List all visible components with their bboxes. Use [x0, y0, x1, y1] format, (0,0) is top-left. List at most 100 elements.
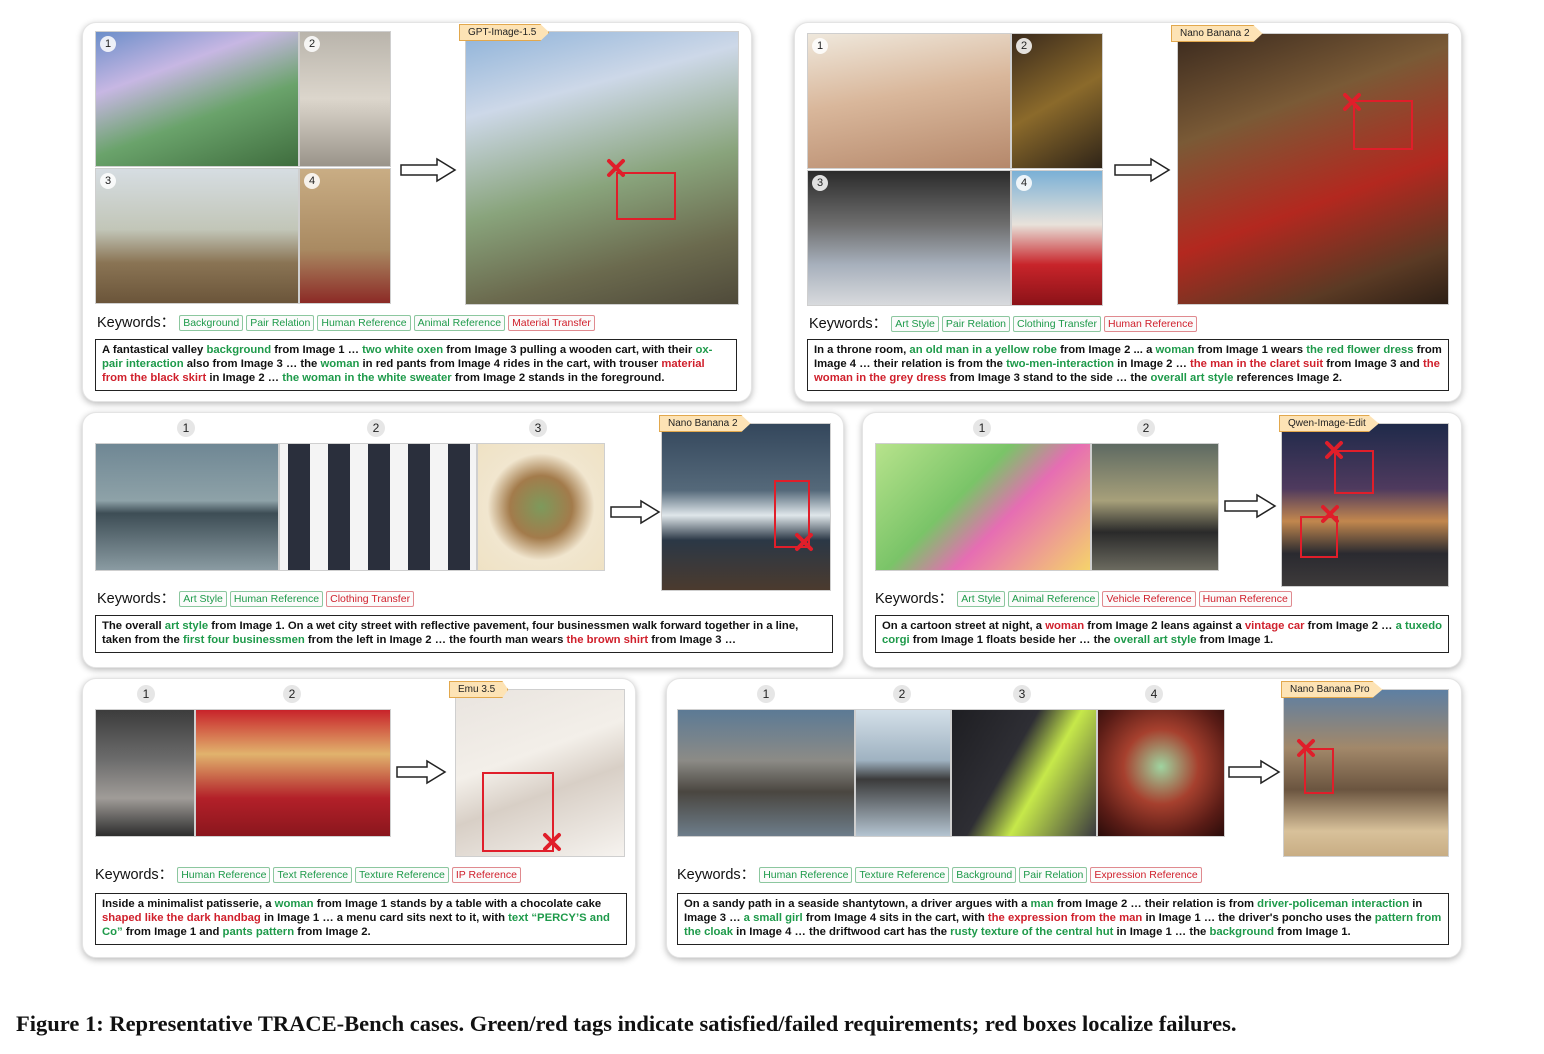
- output-image: [1177, 33, 1449, 305]
- figure-caption: Figure 1: Representative TRACE-Bench cas…: [16, 1011, 1237, 1036]
- model-label: Nano Banana 2: [1171, 25, 1263, 42]
- failure-x-icon: [543, 833, 561, 851]
- keyword-tag: Pair Relation: [941, 316, 1011, 333]
- keywords-row: Keywords： Background Pair Relation Human R…: [97, 311, 598, 332]
- satisfied-phrase: first four businessmen: [182, 634, 305, 646]
- case-card-3: 1 2 3 Nano Banana 2 Keywords： Art Style H…: [82, 412, 844, 668]
- keyword-tag: Texture Reference: [855, 867, 950, 884]
- failure-x-icon: [1325, 441, 1343, 459]
- input-image-3: 3: [95, 168, 299, 304]
- prompt-segment: in Image 4 … the driftwood cart has the: [732, 926, 951, 938]
- satisfied-phrase: art style: [164, 620, 209, 632]
- output-image: [1283, 689, 1449, 857]
- image-number: 1: [757, 685, 775, 703]
- input-image-4: 4: [299, 168, 391, 304]
- arrow-right-icon: [610, 499, 661, 525]
- keyword-tag: Background: [952, 867, 1017, 884]
- image-number: 1: [137, 685, 155, 703]
- input-image-1: [95, 709, 195, 837]
- prompt-segment: from Image 2 … their relation is from: [1053, 898, 1258, 910]
- prompt-segment: from Image 1.: [1196, 634, 1274, 646]
- input-image-1: 1: [807, 33, 1011, 169]
- keywords-row: Keywords： Art Style Animal Reference Vehic…: [875, 587, 1295, 608]
- keyword-tag: Pair Relation: [246, 315, 315, 332]
- input-image-3: 3: [807, 170, 1011, 306]
- satisfied-phrase: rusty texture of the central hut: [950, 926, 1114, 938]
- input-image-2: 2: [1011, 33, 1103, 169]
- keywords-label: Keywords：: [875, 591, 954, 607]
- image-number: 1: [973, 419, 991, 437]
- keyword-tag: Human Reference: [1103, 316, 1198, 333]
- input-image-1: [95, 443, 279, 571]
- keywords-row: Keywords： Art Style Pair Relation Clothing…: [809, 312, 1200, 333]
- prompt-text: On a cartoon street at night, a woman fr…: [875, 615, 1449, 653]
- satisfied-phrase: driver-policeman interaction: [1257, 898, 1410, 910]
- keyword-tag: Texture Reference: [355, 867, 449, 884]
- case-card-4: 1 2 Qwen-Image-Edit Keywords： Art Style A…: [862, 412, 1462, 668]
- prompt-segment: in red pants from Image 4 rides in the c…: [359, 358, 662, 370]
- prompt-segment: from Image 2 leans against a: [1084, 620, 1245, 632]
- prompt-segment: A fantastical valley: [102, 344, 207, 356]
- arrow-right-icon: [1224, 493, 1277, 519]
- keyword-tag: Human Reference: [229, 591, 324, 608]
- prompt-text: Inside a minimalist patisserie, a woman …: [95, 893, 627, 945]
- keyword-tag: Human Reference: [317, 315, 411, 332]
- image-number: 2: [283, 685, 301, 703]
- keyword-tag: Human Reference: [177, 867, 271, 884]
- keyword-tags: Background Pair Relation Human Reference An…: [179, 315, 598, 332]
- keyword-tags: Human Reference Text Reference Texture Ref…: [177, 867, 524, 884]
- image-number: 2: [1016, 38, 1032, 54]
- prompt-segment: also from Image 3 … the: [183, 358, 321, 370]
- prompt-segment: from Image 1 wears: [1194, 344, 1307, 356]
- image-number: 3: [100, 173, 116, 189]
- prompt-segment: from Image 3 pulling a wooden cart, with…: [443, 344, 696, 356]
- prompt-segment: from Image 3 and: [1323, 358, 1423, 370]
- keyword-tags: Art Style Human Reference Clothing Transfe…: [179, 591, 417, 608]
- satisfied-phrase: woman: [274, 898, 314, 910]
- case-card-5: 1 2 Emu 3.5 Keywords： Human Reference Tex…: [82, 678, 636, 958]
- prompt-segment: from Image 2 stands in the foreground.: [451, 372, 665, 384]
- satisfied-phrase: man: [1030, 898, 1054, 910]
- prompt-segment: from the left in Image 2 … the fourth ma…: [304, 634, 567, 646]
- satisfied-phrase: overall art style: [1150, 372, 1234, 384]
- keywords-label: Keywords：: [97, 315, 176, 331]
- prompt-segment: from Image 3 …: [648, 634, 737, 646]
- prompt-text: A fantastical valley background from Ima…: [95, 339, 737, 391]
- input-image-4: [1097, 709, 1225, 837]
- prompt-segment: from Image 2.: [294, 926, 371, 938]
- prompt-segment: from Image 3 stand to the side … the: [946, 372, 1151, 384]
- keyword-tag: Background: [179, 315, 244, 332]
- keyword-tag: Art Style: [957, 591, 1005, 608]
- image-number: 2: [893, 685, 911, 703]
- failed-phrase: the man in the claret suit: [1190, 358, 1324, 370]
- prompt-segment: from Image 4 sits in the cart, with: [802, 912, 988, 924]
- image-number: 2: [304, 36, 320, 52]
- input-image-4: 4: [1011, 170, 1103, 306]
- case-card-6: 1 2 3 4 Nano Banana Pro Keywords： Human …: [666, 678, 1462, 958]
- case-card-2: 1 2 3 4 Nano Banana 2 Keywords： Art Styl…: [794, 22, 1462, 402]
- prompt-segment: from Image 2 ... a: [1056, 344, 1156, 356]
- satisfied-phrase: an old man in a yellow robe: [909, 344, 1057, 356]
- prompt-segment: in Image 2 …: [206, 372, 283, 384]
- output-image: [455, 689, 625, 857]
- satisfied-phrase: pants pattern: [222, 926, 295, 938]
- satisfied-phrase: woman: [1155, 344, 1195, 356]
- failed-phrase: the brown shirt: [566, 634, 649, 646]
- failure-x-icon: [1343, 93, 1361, 111]
- failed-phrase: shaped like the dark handbag: [102, 912, 261, 924]
- keyword-tag: Animal Reference: [413, 315, 506, 332]
- arrow-right-icon: [1114, 157, 1171, 183]
- keyword-tag: Animal Reference: [1007, 591, 1100, 608]
- image-number: 3: [529, 419, 547, 437]
- input-image-1: 1: [95, 31, 299, 167]
- keyword-tag: Text Reference: [273, 867, 353, 884]
- satisfied-phrase: background: [1209, 926, 1275, 938]
- input-image-2: [279, 443, 477, 571]
- input-image-3: [951, 709, 1097, 837]
- input-image-2: [855, 709, 951, 837]
- keyword-tag: Clothing Transfer: [1013, 316, 1101, 333]
- output-image: [661, 423, 831, 591]
- prompt-segment: from Image 1 …: [271, 344, 363, 356]
- prompt-segment: in Image 1 … the: [1113, 926, 1210, 938]
- satisfied-phrase: two-men-interaction: [1006, 358, 1115, 370]
